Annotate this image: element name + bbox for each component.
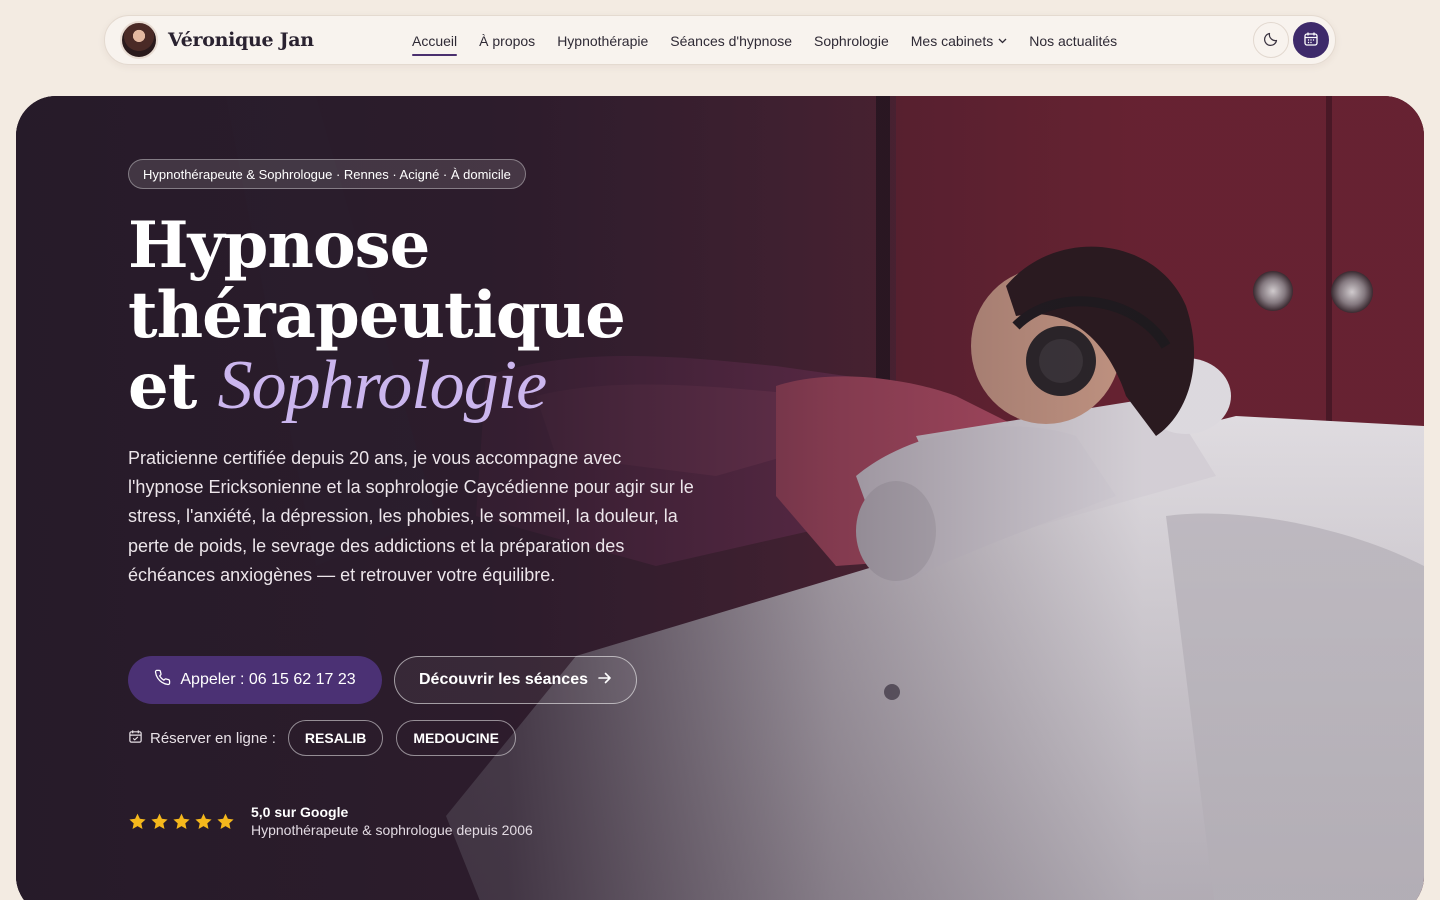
hero-eyebrow-badge: Hypnothérapeute & Sophrologue · Rennes ·… xyxy=(128,159,526,189)
nav-label: À propos xyxy=(479,33,536,49)
rating-text: 5,0 sur Google Hypnothérapeute & sophrol… xyxy=(251,804,533,838)
star-icon xyxy=(151,813,168,829)
hero-title-line-2: thérapeutique xyxy=(128,278,626,353)
moon-icon xyxy=(1263,31,1279,50)
top-navbar: Véronique Jan Accueil À propos Hypnothér… xyxy=(104,15,1336,65)
calendar-icon xyxy=(128,729,143,748)
nav-label: Séances d'hypnose xyxy=(670,33,793,49)
call-button-label: Appeler : 06 15 62 17 23 xyxy=(180,671,356,688)
hero-title-prefix: et xyxy=(128,349,197,424)
brand-name: Véronique Jan xyxy=(168,29,314,51)
hero-description: Praticienne certifiée depuis 20 ans, je … xyxy=(128,448,694,585)
nav-item-actualites[interactable]: Nos actualités xyxy=(1029,16,1117,66)
arrow-right-icon xyxy=(598,671,612,689)
rating-title: 5,0 sur Google xyxy=(251,804,349,820)
rating-subtitle: Hypnothérapeute & sophrologue depuis 200… xyxy=(251,822,533,838)
nav-actions xyxy=(1253,22,1329,58)
discover-sessions-label: Découvrir les séances xyxy=(419,671,588,688)
hero-cta-row: Appeler : 06 15 62 17 23 Découvrir les s… xyxy=(128,656,637,704)
calendar-icon xyxy=(1303,31,1319,50)
hero-title-line-3: et Sophrologie xyxy=(128,351,768,422)
hero-title: Hypnose thérapeutique et Sophrologie xyxy=(128,211,768,422)
booking-button[interactable] xyxy=(1293,22,1329,58)
nav-label: Nos actualités xyxy=(1029,33,1118,49)
call-button[interactable]: Appeler : 06 15 62 17 23 xyxy=(128,656,382,704)
nav-item-seances[interactable]: Séances d'hypnose xyxy=(670,16,792,66)
brand-link[interactable]: Véronique Jan xyxy=(120,21,314,59)
chevron-down-icon xyxy=(998,36,1007,46)
reserve-label: Réserver en ligne : xyxy=(150,729,276,747)
rating-stars xyxy=(128,812,235,831)
google-rating: 5,0 sur Google Hypnothérapeute & sophrol… xyxy=(128,804,533,838)
nav-item-hypnotherapie[interactable]: Hypnothérapie xyxy=(557,16,648,66)
hero-title-accent: Sophrologie xyxy=(217,347,548,424)
nav-item-sophrologie[interactable]: Sophrologie xyxy=(814,16,889,66)
nav-label: Hypnothérapie xyxy=(557,33,649,49)
discover-sessions-button[interactable]: Découvrir les séances xyxy=(394,656,637,704)
main-menu: Accueil À propos Hypnothérapie Séances d… xyxy=(412,16,1139,66)
star-icon xyxy=(217,813,234,829)
theme-toggle-button[interactable] xyxy=(1253,22,1289,58)
nav-item-a-propos[interactable]: À propos xyxy=(479,16,535,66)
star-icon xyxy=(173,813,190,829)
portrait-avatar xyxy=(120,21,158,59)
nav-label: Mes cabinets xyxy=(910,33,994,49)
medoucine-button[interactable]: MEDOUCINE xyxy=(396,720,516,756)
hero-section: Hypnothérapeute & Sophrologue · Rennes ·… xyxy=(16,96,1424,900)
nav-label: Sophrologie xyxy=(814,33,889,49)
nav-item-mes-cabinets[interactable]: Mes cabinets xyxy=(911,16,1007,66)
nav-item-accueil[interactable]: Accueil xyxy=(412,16,458,66)
resalib-button[interactable]: RESALIB xyxy=(287,720,384,756)
nav-label: Accueil xyxy=(412,33,458,49)
online-booking-row: Réserver en ligne : RESALIB MEDOUCINE xyxy=(128,720,529,756)
hero-title-line-1: Hypnose xyxy=(128,208,430,283)
star-icon xyxy=(195,813,212,829)
star-icon xyxy=(129,813,146,829)
phone-icon xyxy=(154,669,171,691)
